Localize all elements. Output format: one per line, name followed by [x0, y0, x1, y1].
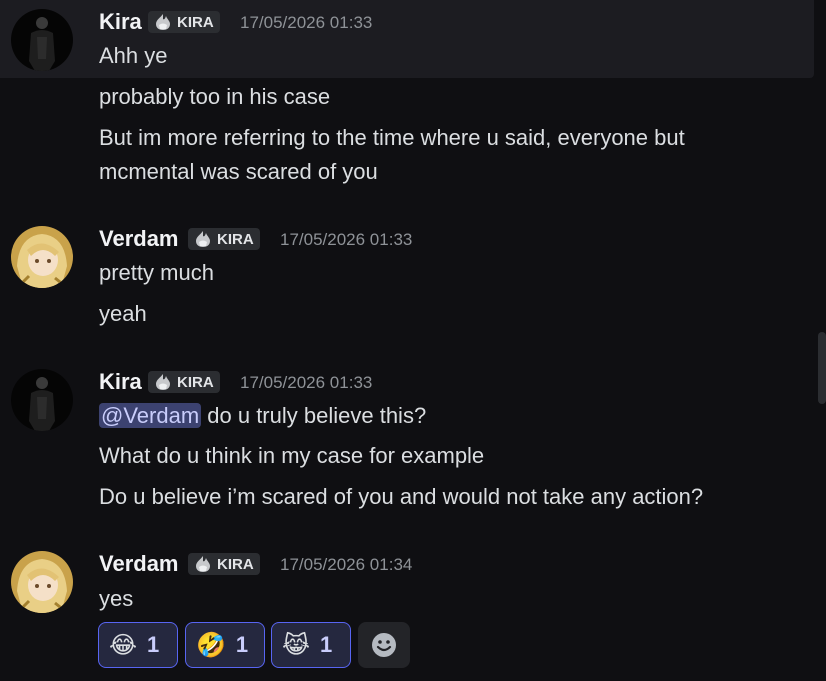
role-tag-label: KIRA	[217, 555, 254, 573]
scrollbar-thumb[interactable]	[818, 332, 826, 404]
role-tag-label: KIRA	[177, 13, 214, 31]
role-tag[interactable]: KIRA	[148, 11, 220, 33]
message-text: Do u believe i’m scared of you and would…	[99, 484, 704, 509]
message-text: @Verdam do u truly believe this?	[99, 399, 426, 433]
timestamp: 17/05/2026 01:33	[240, 373, 373, 392]
flame-badge-icon	[196, 556, 210, 572]
timestamp: 17/05/2026 01:33	[280, 230, 413, 249]
role-tag-label: KIRA	[217, 230, 254, 248]
cat-joy-emoji-icon: 😹	[282, 631, 311, 659]
flame-badge-icon	[156, 14, 170, 30]
message-text-span: do u truly believe this?	[201, 403, 427, 428]
message-text: Ahh ye	[99, 43, 168, 68]
reaction-count: 1	[235, 632, 249, 657]
reaction-rofl[interactable]: 🤣 1	[185, 622, 265, 668]
role-tag[interactable]: KIRA	[188, 553, 260, 575]
smiley-add-reaction-icon	[372, 633, 396, 657]
author-name[interactable]: Kira	[99, 9, 142, 35]
message-text: mcmental was scared of you	[99, 159, 378, 184]
rofl-emoji-icon: 🤣	[196, 631, 226, 659]
author-name[interactable]: Verdam	[99, 226, 179, 252]
author-name[interactable]: Verdam	[99, 551, 179, 577]
avatar-kira[interactable]	[11, 369, 73, 431]
flame-badge-icon	[156, 374, 170, 390]
reaction-count: 1	[320, 632, 333, 657]
avatar-kira[interactable]	[11, 9, 73, 71]
avatar-verdam[interactable]	[11, 551, 73, 613]
user-mention[interactable]: @Verdam	[99, 403, 202, 428]
reaction-joy[interactable]: 😂 1	[98, 622, 178, 668]
message-text: yeah	[99, 301, 147, 326]
message-text: But im more referring to the time where …	[99, 125, 685, 150]
avatar-verdam[interactable]	[11, 226, 73, 288]
role-tag[interactable]: KIRA	[148, 371, 220, 393]
timestamp: 17/05/2026 01:33	[240, 13, 373, 32]
joy-emoji-icon: 😂	[109, 631, 138, 659]
flame-badge-icon	[196, 231, 210, 247]
role-tag[interactable]: KIRA	[188, 228, 260, 250]
message-text: probably too in his case	[99, 84, 331, 109]
add-reaction-button[interactable]	[358, 622, 410, 668]
reaction-count: 1	[147, 632, 160, 657]
timestamp: 17/05/2026 01:34	[280, 555, 413, 574]
author-name[interactable]: Kira	[99, 369, 142, 395]
message-text: yes	[99, 586, 134, 611]
message-text: pretty much	[99, 260, 214, 285]
reaction-cat-joy[interactable]: 😹 1	[271, 622, 351, 668]
role-tag-label: KIRA	[177, 373, 214, 391]
message-text: What do u think in my case for example	[99, 443, 485, 468]
